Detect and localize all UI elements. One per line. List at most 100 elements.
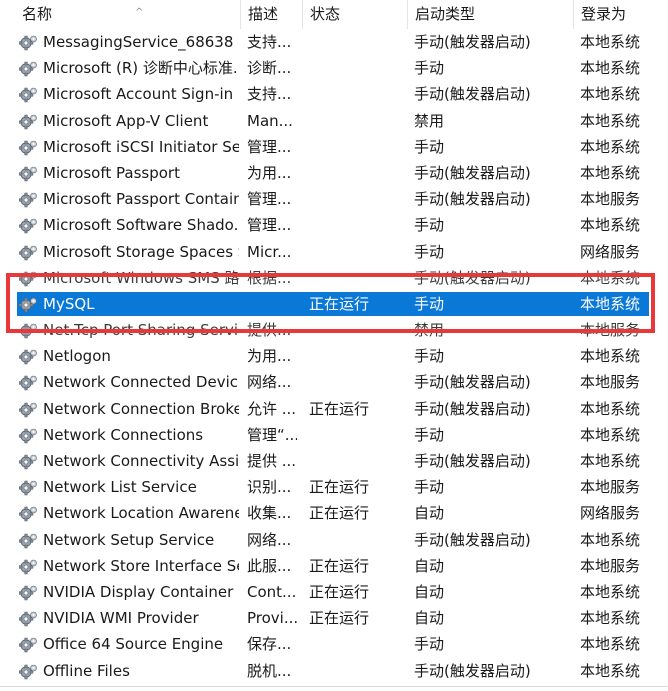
- service-logon-as: 本地系统: [580, 137, 641, 156]
- column-header-logon-as[interactable]: 登录为: [573, 0, 668, 29]
- service-status: [309, 108, 399, 134]
- table-row[interactable]: Network List Service 识别... 正在运行 手动 本地服务: [0, 474, 668, 500]
- service-name: Network Connected Devic...: [43, 373, 239, 392]
- gear-icon: [18, 33, 39, 51]
- gear-icon: [18, 662, 39, 680]
- table-row[interactable]: Microsoft (R) 诊断中心标准... 诊断... 手动 本地系统: [0, 55, 668, 81]
- service-description: 脱机...: [247, 661, 292, 680]
- service-status: [309, 527, 399, 553]
- service-status: [309, 212, 399, 238]
- service-description: 支持...: [247, 33, 292, 51]
- gear-icon: [18, 112, 39, 130]
- gear-icon: [18, 635, 39, 653]
- column-header-startup-type[interactable]: 启动类型: [407, 0, 573, 29]
- column-header-name[interactable]: 名称 ^: [14, 0, 240, 29]
- service-name: Microsoft Windows SMS 路...: [43, 268, 239, 287]
- services-list-view: 名称 ^ 描述 状态 启动类型 登录为 MessagingService_686…: [0, 0, 668, 691]
- table-row[interactable]: Microsoft iSCSI Initiator Ser... 管理... 手动 本…: [0, 134, 668, 160]
- service-logon-as: 本地系统: [580, 294, 641, 313]
- service-logon-as: 本地服务: [580, 478, 641, 497]
- table-row[interactable]: Net.Tcp Port Sharing Service 提供... 禁用 本地服务: [0, 317, 668, 343]
- service-startup-type: 手动: [414, 478, 445, 497]
- table-row[interactable]: Microsoft App-V Client Man... 禁用 本地系统: [0, 108, 668, 134]
- table-row[interactable]: Network Location Awarene... 收集... 正在运行 自动 网络…: [0, 500, 668, 526]
- service-logon-as: 本地服务: [580, 321, 641, 340]
- table-row[interactable]: Office 64 Source Engine 保存... 手动 本地系统: [0, 631, 668, 657]
- table-row[interactable]: Netlogon 为用... 手动 本地系统: [0, 343, 668, 369]
- table-row[interactable]: Network Setup Service 网络... 手动(触发器启动) 本地系统: [0, 527, 668, 553]
- service-name: Microsoft Passport: [43, 163, 180, 182]
- table-row[interactable]: Microsoft Software Shado... 管理... 手动 本地系统: [0, 212, 668, 238]
- table-row[interactable]: NVIDIA Display Container LS Cont... 正在运行 自动…: [0, 579, 668, 605]
- service-name: Network Setup Service: [43, 530, 215, 549]
- table-row[interactable]: Microsoft Passport 为用... 手动(触发器启动) 本地系统: [0, 160, 668, 186]
- table-row[interactable]: NVIDIA WMI Provider Provi... 正在运行 自动 本地系统: [0, 605, 668, 631]
- service-name: MySQL: [43, 294, 95, 313]
- service-status: [309, 134, 399, 160]
- service-description: 保存...: [247, 635, 292, 654]
- service-name: NVIDIA Display Container LS: [43, 582, 239, 601]
- table-row[interactable]: Microsoft Account Sign-in ... 支持... 手动(触发器…: [0, 81, 668, 107]
- service-description: Man...: [247, 111, 293, 130]
- gear-icon: [18, 85, 39, 103]
- service-status: [309, 186, 399, 212]
- service-status: [309, 422, 399, 448]
- service-status: [309, 631, 399, 657]
- service-description: 管理...: [247, 190, 292, 209]
- service-logon-as: 本地系统: [580, 33, 641, 51]
- service-name: Microsoft (R) 诊断中心标准...: [43, 59, 239, 78]
- column-header-description[interactable]: 描述: [240, 0, 302, 29]
- service-startup-type: 手动(触发器启动): [414, 399, 531, 418]
- column-header-description-label: 描述: [248, 5, 279, 23]
- service-description: 提供 ...: [247, 452, 297, 470]
- gear-icon: [18, 583, 39, 601]
- service-description: 管理...: [247, 216, 292, 235]
- gear-icon: [18, 609, 39, 627]
- table-row[interactable]: Network Connected Devic... 网络... 手动(触发器启动)…: [0, 369, 668, 395]
- gear-icon: [18, 59, 39, 77]
- service-logon-as: 本地系统: [580, 425, 641, 444]
- service-name: Microsoft App-V Client: [43, 111, 209, 130]
- table-row[interactable]: Microsoft Windows SMS 路... 根据... 手动(触发器启动)…: [0, 265, 668, 291]
- service-logon-as: 网络服务: [580, 504, 641, 523]
- service-status: [309, 369, 399, 395]
- table-row[interactable]: Microsoft Passport Container 管理... 手动(触发器启…: [0, 186, 668, 212]
- service-status: 正在运行: [309, 478, 370, 497]
- service-description: 为用...: [247, 347, 292, 366]
- service-startup-type: 自动: [414, 582, 445, 601]
- service-description: 为用...: [247, 163, 292, 182]
- column-header-bar: 名称 ^ 描述 状态 启动类型 登录为: [0, 0, 668, 29]
- column-header-startup-type-label: 启动类型: [415, 5, 476, 23]
- service-status: 正在运行: [309, 294, 370, 313]
- table-row[interactable]: Network Connections 管理“... 手动 本地系统: [0, 422, 668, 448]
- service-rows: MessagingService_68638 支持... 手动(触发器启动) 本地系统…: [0, 29, 668, 684]
- gear-icon: [18, 426, 39, 444]
- table-row[interactable]: Network Store Interface Se... 此服... 正在运行 自动…: [0, 553, 668, 579]
- gear-icon: [18, 138, 39, 156]
- service-name: Net.Tcp Port Sharing Service: [43, 321, 239, 340]
- service-logon-as: 本地系统: [580, 347, 641, 366]
- service-startup-type: 手动(触发器启动): [414, 268, 531, 287]
- service-logon-as: 本地系统: [580, 399, 641, 418]
- service-logon-as: 本地系统: [580, 530, 641, 549]
- service-startup-type: 手动(触发器启动): [414, 163, 531, 182]
- column-header-name-label: 名称: [22, 5, 53, 23]
- table-row[interactable]: Microsoft Storage Spaces S... Micr... 手动 网络…: [0, 239, 668, 265]
- table-row[interactable]: Offline Files 脱机... 手动(触发器启动) 本地系统: [0, 658, 668, 684]
- table-row[interactable]: Network Connection Broker 允许 ... 正在运行 手动(触发…: [0, 396, 668, 422]
- table-row[interactable]: Network Connectivity Assis... 提供 ... 手动(触发…: [0, 448, 668, 474]
- table-row[interactable]: MySQL 正在运行 手动 本地系统: [0, 291, 668, 317]
- service-startup-type: 自动: [414, 556, 445, 575]
- column-header-status[interactable]: 状态: [302, 0, 407, 29]
- service-description: Micr...: [247, 242, 292, 261]
- service-logon-as: 本地系统: [580, 216, 641, 235]
- service-description: 支持...: [247, 85, 292, 104]
- table-row[interactable]: MessagingService_68638 支持... 手动(触发器启动) 本地系统: [0, 29, 668, 55]
- service-logon-as: 本地系统: [580, 609, 641, 628]
- service-startup-type: 手动(触发器启动): [414, 190, 531, 209]
- service-startup-type: 手动(触发器启动): [414, 530, 531, 549]
- service-logon-as: 本地服务: [580, 373, 641, 392]
- service-description: 此服...: [247, 556, 292, 575]
- gear-icon: [18, 164, 39, 182]
- gear-icon: [18, 190, 39, 208]
